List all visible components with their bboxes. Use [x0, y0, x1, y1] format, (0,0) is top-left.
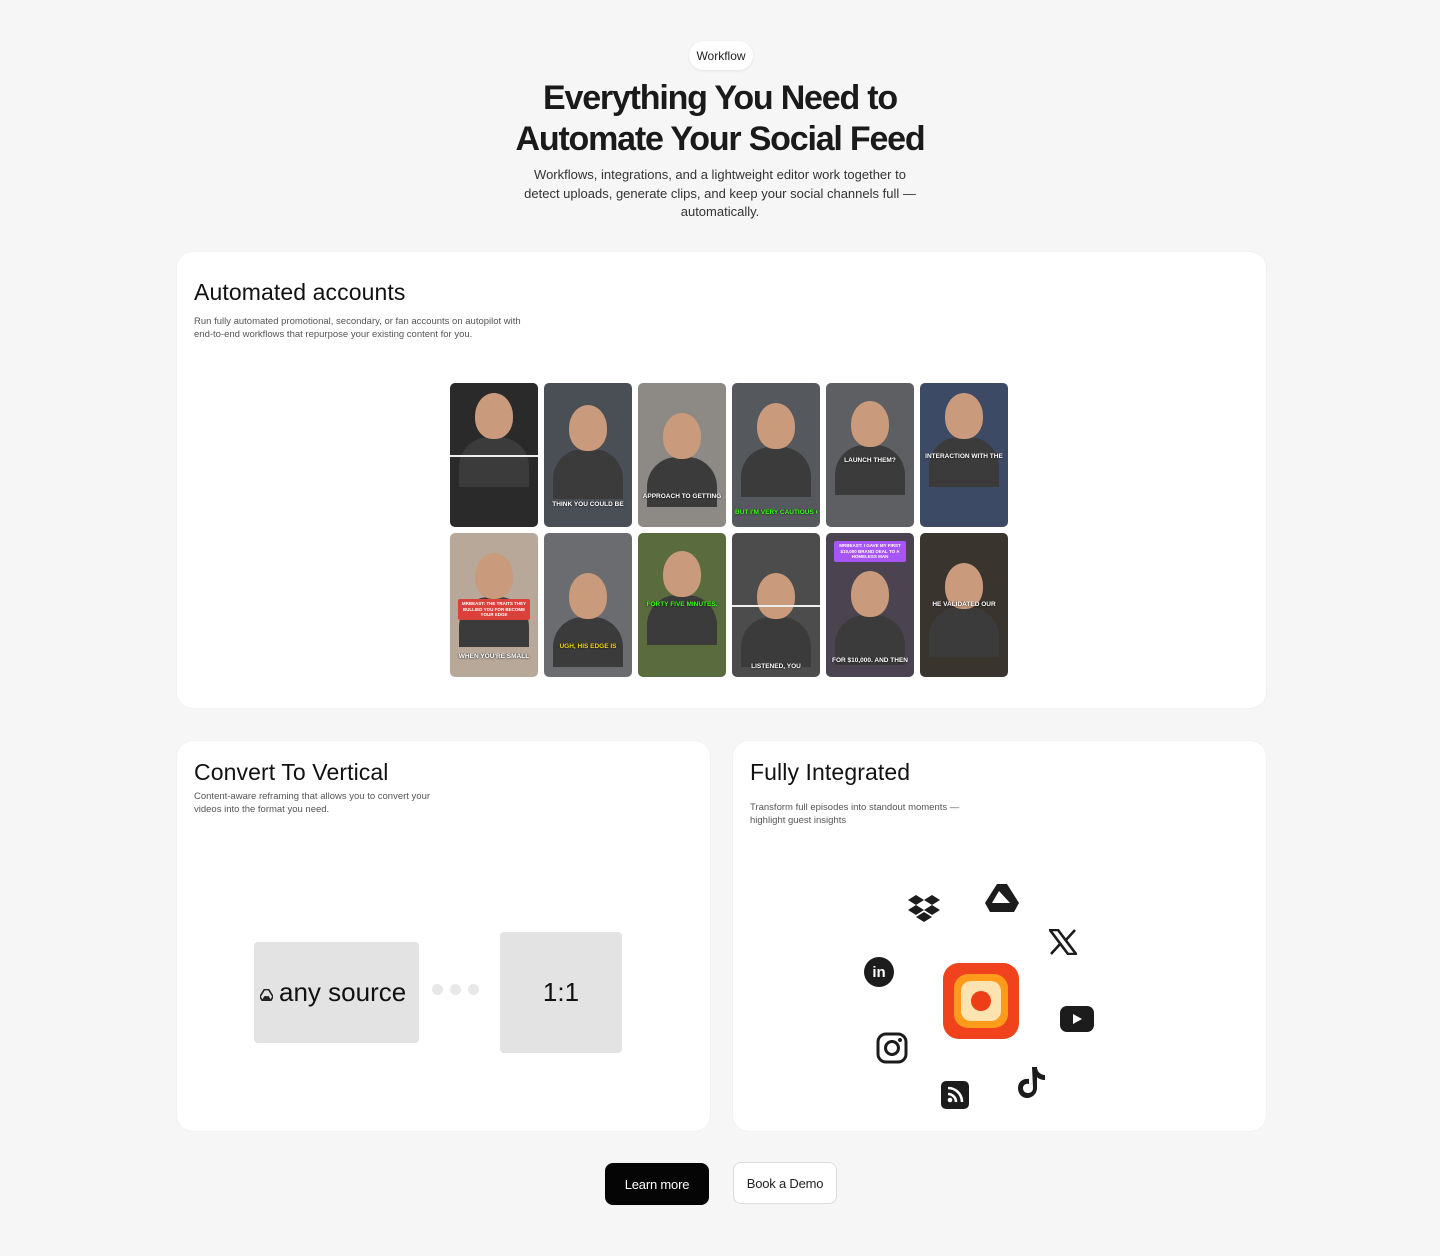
person-face [569, 573, 607, 619]
video-thumbnail[interactable]: INTERACTION WITH THE [920, 383, 1008, 527]
person-figure [553, 617, 623, 667]
person-face [757, 573, 795, 619]
convert-vertical-card: Convert To Vertical Content-aware refram… [177, 741, 710, 1131]
progress-dot-2 [450, 984, 461, 995]
video-thumbnail[interactable]: BUT I'M VERY CAUTIOUS OF [732, 383, 820, 527]
progress-dot-1 [432, 984, 443, 995]
thumbnail-caption: FORTY FIVE MINUTES. [646, 601, 718, 608]
person-face [475, 393, 513, 439]
person-figure [553, 449, 623, 499]
automated-accounts-card: Automated accounts Run fully automated p… [177, 252, 1266, 708]
thumbnail-caption: THINK YOU COULD BE [552, 501, 624, 508]
fully-integrated-description: Transform full episodes into standout mo… [750, 802, 960, 826]
convert-vertical-description: Content-aware reframing that allows you … [194, 791, 431, 815]
thumbnail-grid: THINK YOU COULD BE APPROACH TO GETTING BUT… [450, 383, 1008, 679]
thumbnail-caption: BUT I'M VERY CAUTIOUS OF [735, 509, 817, 516]
thumbnail-caption: HE VALIDATED OUR [932, 601, 996, 608]
thumbnail-caption: LAUNCH THEM? [844, 457, 896, 464]
page-title-line1: Everything You Need to [543, 79, 898, 117]
google-drive-icon[interactable] [984, 881, 1020, 915]
convert-vertical-title: Convert To Vertical [194, 759, 389, 785]
thumbnail-caption: INTERACTION WITH THE [925, 453, 1003, 460]
person-figure [929, 437, 999, 487]
ratio-label: 1:1 [542, 977, 580, 1007]
x-icon[interactable] [1047, 927, 1079, 957]
fully-integrated-card: Fully Integrated Transform full episodes… [733, 741, 1266, 1131]
video-thumbnail[interactable]: HE VALIDATED OUR [920, 533, 1008, 677]
thumbnail-caption: FOR $10,000. AND THEN [832, 657, 908, 664]
person-figure [741, 617, 811, 667]
video-thumbnail[interactable]: FOR $10,000. AND THEN MRBEAST: I GAVE MY … [826, 533, 914, 677]
app-logo-icon [943, 963, 1019, 1039]
book-demo-button[interactable]: Book a Demo [733, 1162, 837, 1204]
page-title-line2: Automate Your Social Feed [515, 120, 926, 158]
instagram-icon[interactable] [875, 1031, 909, 1065]
thumbnail-caption: LISTENED, YOU [751, 663, 801, 670]
person-face [851, 401, 889, 447]
source-label: any source [279, 977, 407, 1007]
video-thumbnail[interactable]: LISTENED, YOU [732, 533, 820, 677]
split-divider [450, 455, 538, 457]
person-figure [459, 437, 529, 487]
page-subtitle: Workflows, integrations, and a lightweig… [524, 167, 916, 219]
video-thumbnail[interactable] [450, 383, 538, 527]
person-figure [741, 447, 811, 497]
video-thumbnail[interactable]: LAUNCH THEM? [826, 383, 914, 527]
automated-accounts-description: Run fully automated promotional, seconda… [194, 316, 521, 340]
overlay-label: MRBEAST: THE TRAITS THEY BULLIED YOU FOR… [458, 599, 530, 620]
workflow-badge: Workflow [689, 41, 753, 70]
person-figure [835, 445, 905, 495]
dropbox-icon[interactable] [906, 891, 942, 927]
person-face [569, 405, 607, 451]
person-face [663, 413, 701, 459]
person-face [475, 553, 513, 599]
rss-icon[interactable] [941, 1081, 969, 1109]
person-face [663, 551, 701, 597]
ratio-chip: 1:1 [500, 932, 622, 1053]
thumbnail-caption: When you're small [458, 653, 530, 660]
learn-more-button[interactable]: Learn more [605, 1163, 709, 1205]
video-thumbnail[interactable]: Ugh, his edge is [544, 533, 632, 677]
person-face [945, 393, 983, 439]
thumbnail-caption: APPROACH TO GETTING [642, 493, 722, 500]
tiktok-icon[interactable] [1015, 1064, 1049, 1100]
progress-dot-3 [468, 984, 479, 995]
video-thumbnail[interactable]: APPROACH TO GETTING [638, 383, 726, 527]
video-thumbnail[interactable]: THINK YOU COULD BE [544, 383, 632, 527]
overlay-label: MRBEAST: I GAVE MY FIRST $10,000 BRAND D… [834, 541, 906, 562]
fully-integrated-title: Fully Integrated [750, 759, 911, 785]
video-thumbnail[interactable]: FORTY FIVE MINUTES. [638, 533, 726, 677]
source-drive-icon [259, 977, 274, 1008]
page-title: Everything You Need to Automate Your Soc… [0, 78, 1440, 160]
video-thumbnail[interactable]: When you're small MRBEAST: THE TRAITS THE… [450, 533, 538, 677]
source-chip: any source [254, 942, 419, 1043]
person-face [757, 403, 795, 449]
youtube-icon[interactable] [1060, 1006, 1094, 1032]
split-divider [732, 605, 820, 607]
person-figure [929, 607, 999, 657]
thumbnail-caption: Ugh, his edge is [559, 643, 617, 650]
automated-accounts-title: Automated accounts [194, 279, 406, 305]
linkedin-icon[interactable]: in [864, 957, 894, 987]
person-face [851, 571, 889, 617]
